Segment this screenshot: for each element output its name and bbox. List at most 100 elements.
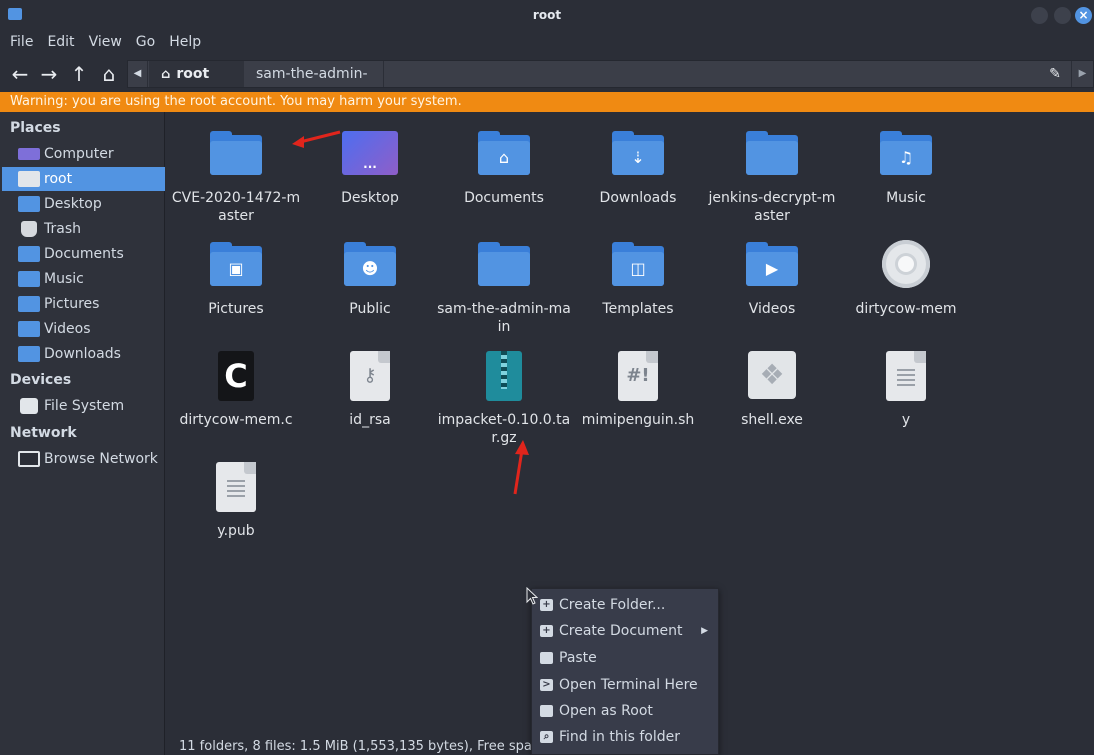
file-item-pictures[interactable]: ▣ Pictures — [169, 240, 303, 318]
sidebar-item-label: root — [44, 171, 73, 187]
terminal-icon: > — [540, 679, 553, 691]
menu-item-create-document[interactable]: + Create Document ▶ — [532, 618, 718, 644]
file-label: y.pub — [217, 523, 255, 539]
file-label: jenkins-decrypt-master — [708, 190, 836, 224]
archive-icon — [476, 351, 532, 407]
sidebar-item-label: Documents — [44, 246, 124, 262]
sidebar-item-label: Browse Network — [44, 451, 158, 467]
templates-folder-icon: ◫ — [610, 240, 666, 296]
menu-bar: File Edit View Go Help — [0, 30, 1094, 56]
menu-go[interactable]: Go — [130, 30, 161, 56]
sidebar-item-label: Computer — [44, 146, 114, 162]
file-label: Documents — [464, 190, 544, 206]
documents-folder-icon: ⌂ — [476, 129, 532, 185]
disk-icon — [20, 398, 38, 414]
menu-item-create-folder[interactable]: + Create Folder... — [532, 592, 718, 618]
file-label: dirtycow-mem — [855, 301, 957, 317]
menu-item-label: Create Document — [559, 623, 683, 639]
submenu-arrow-icon: ▶ — [701, 626, 708, 636]
close-button[interactable]: × — [1075, 7, 1092, 24]
file-item-videos[interactable]: ▶ Videos — [705, 240, 839, 318]
menu-item-find-in-folder[interactable]: ⌕ Find in this folder — [532, 724, 718, 750]
file-item-public[interactable]: ☻ Public — [303, 240, 437, 318]
menu-item-label: Open Terminal Here — [559, 677, 698, 693]
computer-icon — [18, 148, 40, 160]
menu-item-label: Find in this folder — [559, 729, 680, 745]
sidebar-item-file-system[interactable]: File System — [2, 394, 165, 418]
file-item-impacket-tar-gz[interactable]: impacket-0.10.0.tar.gz — [437, 351, 571, 447]
file-item-templates[interactable]: ◫ Templates — [571, 240, 705, 318]
menu-file[interactable]: File — [4, 30, 39, 56]
trash-icon — [21, 221, 37, 237]
network-icon — [18, 451, 40, 467]
file-item-jenkins-decrypt-master[interactable]: jenkins-decrypt-master — [705, 129, 839, 225]
file-label: y — [901, 412, 911, 428]
file-item-mimipenguin-sh[interactable]: #! mimipenguin.sh — [571, 351, 705, 429]
file-label: Downloads — [599, 190, 677, 206]
sidebar-item-browse-network[interactable]: Browse Network — [2, 447, 165, 471]
home-icon[interactable]: ⌂ — [97, 62, 121, 86]
root-folder-icon — [18, 171, 40, 187]
path-scroll-right-icon[interactable]: ▶ — [1071, 61, 1093, 87]
pencil-icon[interactable]: ✎ — [1045, 64, 1065, 84]
breadcrumb-root[interactable]: ⌂ root — [149, 61, 244, 87]
sidebar-item-label: Downloads — [44, 346, 121, 362]
public-folder-icon: ☻ — [342, 240, 398, 296]
new-document-icon: + — [540, 625, 553, 637]
file-item-music[interactable]: ♫ Music — [839, 129, 973, 207]
file-item-dirtycow-mem-c[interactable]: C dirtycow-mem.c — [169, 351, 303, 429]
arrow-up-icon[interactable]: ↑ — [67, 62, 91, 86]
file-label: Desktop — [341, 190, 399, 206]
file-label: dirtycow-mem.c — [179, 412, 293, 428]
file-item-cve-2020-1472-master[interactable]: CVE-2020-1472-master — [169, 129, 303, 225]
file-label: shell.exe — [741, 412, 803, 428]
documents-folder-icon — [18, 246, 40, 262]
sidebar-item-label: Pictures — [44, 296, 100, 312]
file-item-documents[interactable]: ⌂ Documents — [437, 129, 571, 207]
menu-view[interactable]: View — [83, 30, 128, 56]
menu-help[interactable]: Help — [163, 30, 207, 56]
file-label: Videos — [748, 301, 796, 317]
arrow-left-icon[interactable]: ← — [8, 62, 32, 86]
executable-icon: ❖ — [744, 351, 800, 407]
file-item-shell-exe[interactable]: ❖ shell.exe — [705, 351, 839, 429]
minimize-button[interactable] — [1031, 7, 1048, 24]
file-item-y-pub[interactable]: y.pub — [169, 462, 303, 540]
menu-item-paste[interactable]: Paste — [532, 645, 718, 671]
sidebar-item-root[interactable]: root — [2, 167, 165, 191]
breadcrumb-sam-the-admin-main[interactable]: sam-the-admin-main — [244, 61, 384, 108]
file-item-dirtycow-mem[interactable]: dirtycow-mem — [839, 240, 973, 318]
file-item-downloads[interactable]: ⇣ Downloads — [571, 129, 705, 207]
annotation-arrow — [513, 440, 529, 495]
sidebar-item-documents[interactable]: Documents — [2, 242, 165, 266]
sidebar-item-music[interactable]: Music — [2, 267, 165, 291]
pictures-folder-icon: ▣ — [208, 240, 264, 296]
sidebar-item-pictures[interactable]: Pictures — [2, 292, 165, 316]
folder-icon — [208, 129, 264, 185]
sidebar-item-label: Trash — [44, 221, 81, 237]
maximize-button[interactable] — [1054, 7, 1071, 24]
arrow-right-icon[interactable]: → — [37, 62, 61, 86]
path-scroll-left-icon[interactable]: ◀ — [128, 61, 148, 87]
sidebar-item-downloads[interactable]: Downloads — [2, 342, 165, 366]
network-heading: Network — [10, 425, 77, 441]
home-icon: ⌂ — [161, 67, 171, 82]
context-menu: + Create Folder... + Create Document ▶ Past… — [531, 588, 719, 755]
sidebar-item-videos[interactable]: Videos — [2, 317, 165, 341]
sidebar-item-label: Videos — [44, 321, 91, 337]
devices-heading: Devices — [10, 372, 72, 388]
menu-item-open-terminal[interactable]: > Open Terminal Here — [532, 672, 718, 698]
sidebar-item-label: File System — [44, 398, 125, 414]
file-label: mimipenguin.sh — [581, 412, 695, 428]
file-item-y[interactable]: y — [839, 351, 973, 429]
folder-icon — [476, 240, 532, 296]
sidebar-item-desktop[interactable]: Desktop — [2, 192, 165, 216]
menu-edit[interactable]: Edit — [41, 30, 80, 56]
sidebar-item-trash[interactable]: Trash — [2, 217, 165, 241]
videos-folder-icon — [18, 321, 40, 337]
file-item-sam-the-admin-main[interactable]: sam-the-admin-main — [437, 240, 571, 336]
file-item-id-rsa[interactable]: ⚷ id_rsa — [303, 351, 437, 429]
videos-folder-icon: ▶ — [744, 240, 800, 296]
menu-item-open-as-root[interactable]: Open as Root — [532, 698, 718, 724]
sidebar-item-computer[interactable]: Computer — [2, 142, 165, 166]
